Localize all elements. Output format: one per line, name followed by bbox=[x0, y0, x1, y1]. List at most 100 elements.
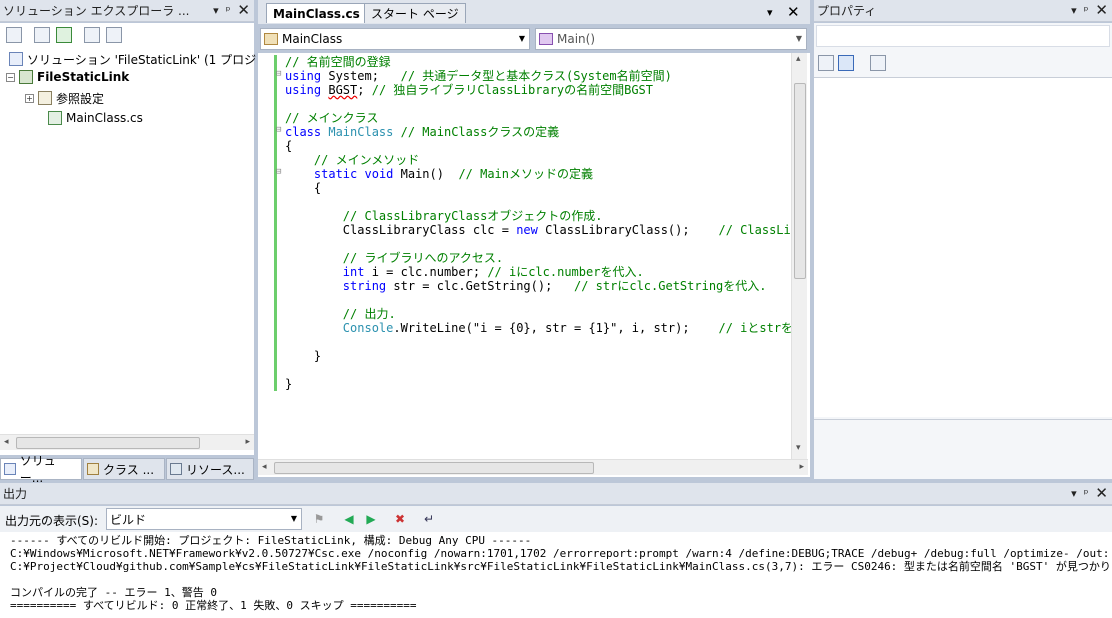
pin-icon[interactable]: ᵖ bbox=[226, 4, 231, 17]
code-line[interactable] bbox=[285, 237, 791, 251]
properties-titlebar: プロパティ ▾ ᵖ ✕ bbox=[814, 0, 1112, 22]
properties-description bbox=[814, 419, 1112, 479]
code-line[interactable]: // メインクラス bbox=[285, 111, 791, 125]
code-line[interactable]: // 出力. bbox=[285, 307, 791, 321]
code-token: // ライブラリへのアクセス. bbox=[342, 251, 504, 265]
code-line[interactable] bbox=[285, 293, 791, 307]
dropdown-icon[interactable]: ▾ bbox=[213, 4, 219, 17]
pin-icon[interactable]: ᵖ bbox=[1084, 4, 1089, 17]
tree-item-mainclass[interactable]: MainClass.cs bbox=[48, 109, 143, 127]
code-line[interactable]: // ClassLibraryClassオブジェクトの作成. bbox=[285, 209, 791, 223]
code-line[interactable] bbox=[285, 97, 791, 111]
code-token: Main() bbox=[393, 167, 459, 181]
code-editor[interactable]: ⊟ ⊟ ⊟ // 名前空間の登録 using System; // 共通データ型と… bbox=[258, 53, 810, 477]
view-code-icon[interactable] bbox=[84, 27, 100, 43]
show-all-files-icon[interactable] bbox=[34, 27, 50, 43]
pin-icon[interactable]: ᵖ bbox=[1084, 487, 1089, 500]
tab-class-view[interactable]: クラス ... bbox=[83, 458, 165, 480]
properties-object-combo[interactable] bbox=[816, 25, 1110, 47]
code-token: .WriteLine("i = {0}, str = {1}", i, str)… bbox=[393, 321, 719, 335]
code-line[interactable]: ClassLibraryClass clc = new ClassLibrary… bbox=[285, 223, 791, 237]
output-source-value: ビルド bbox=[110, 512, 147, 527]
collapse-icon[interactable]: − bbox=[6, 72, 15, 82]
properties-icon[interactable] bbox=[6, 27, 22, 43]
scroll-right-icon[interactable]: ▸ bbox=[799, 462, 804, 472]
fold-marker-main[interactable]: ⊟ bbox=[276, 167, 281, 177]
fold-marker-class[interactable]: ⊟ bbox=[276, 125, 281, 135]
code-token: // ClassLibraryClassオブジェクトを作成し, clcに格納. bbox=[718, 223, 792, 237]
code-token: Console bbox=[342, 321, 394, 335]
property-pages-icon[interactable] bbox=[870, 55, 886, 71]
categorized-icon[interactable] bbox=[818, 55, 834, 71]
refresh-icon[interactable] bbox=[56, 27, 72, 43]
code-token: } bbox=[285, 377, 293, 391]
tab-resource-view[interactable]: リソース... bbox=[166, 458, 254, 480]
code-line[interactable] bbox=[285, 363, 791, 377]
previous-message-icon[interactable]: ◀ bbox=[340, 510, 358, 528]
vscroll-thumb[interactable] bbox=[794, 83, 806, 279]
code-line[interactable] bbox=[285, 335, 791, 349]
code-line[interactable]: // ライブラリへのアクセス. bbox=[285, 251, 791, 265]
hscroll-thumb[interactable] bbox=[16, 437, 200, 449]
scroll-down-icon[interactable]: ▾ bbox=[796, 443, 801, 453]
output-pane[interactable]: ------ すべてのリビルド開始: プロジェクト: FileStaticLin… bbox=[0, 532, 1112, 618]
tab-list-dropdown-icon[interactable]: ▾ bbox=[767, 6, 773, 19]
close-document-icon[interactable]: ✕ bbox=[787, 3, 800, 21]
code-line[interactable]: // メインメソッド bbox=[285, 153, 791, 167]
close-icon[interactable]: ✕ bbox=[1095, 3, 1108, 18]
solution-explorer-hscroll[interactable]: ◂ ▸ bbox=[0, 434, 254, 450]
code-line[interactable]: static void Main() // Mainメソッドの定義 bbox=[285, 167, 791, 181]
alphabetical-icon[interactable] bbox=[838, 55, 854, 71]
code-line[interactable]: { bbox=[285, 181, 791, 195]
properties-grid[interactable] bbox=[814, 77, 1112, 417]
tab-mainclass-cs[interactable]: MainClass.cs bbox=[266, 3, 367, 23]
scroll-left-icon[interactable]: ◂ bbox=[262, 462, 267, 472]
dropdown-icon[interactable]: ▾ bbox=[1071, 487, 1077, 500]
clear-all-icon[interactable]: ✖ bbox=[391, 510, 409, 528]
class-view-icon bbox=[87, 463, 99, 475]
solution-explorer-toolbar bbox=[6, 27, 128, 43]
code-line[interactable]: // 名前空間の登録 bbox=[285, 55, 791, 69]
close-icon[interactable]: ✕ bbox=[237, 3, 250, 18]
tab-solution-explorer[interactable]: ソリュー... bbox=[0, 454, 82, 485]
tree-item-references[interactable]: + 参照設定 bbox=[25, 89, 104, 107]
close-icon[interactable]: ✕ bbox=[1095, 486, 1108, 501]
editor-hscroll[interactable]: ◂ ▸ bbox=[258, 459, 808, 475]
code-line[interactable]: class MainClass // MainClassクラスの定義 bbox=[285, 125, 791, 139]
editor-vscroll[interactable]: ▴ ▾ bbox=[791, 53, 807, 459]
code-line[interactable] bbox=[285, 195, 791, 209]
code-line[interactable]: } bbox=[285, 349, 791, 363]
output-source-combo[interactable]: ビルド ▼ bbox=[106, 508, 302, 530]
csharp-project-icon bbox=[19, 70, 33, 84]
code-line[interactable]: int i = clc.number; // iにclc.numberを代入. bbox=[285, 265, 791, 279]
output-source-label: 出力元の表示(S): bbox=[5, 514, 99, 528]
code-line[interactable]: string str = clc.GetString(); // strにclc… bbox=[285, 279, 791, 293]
member-combo[interactable]: Main() ▼ bbox=[535, 28, 807, 50]
tree-item-solution[interactable]: ソリューション 'FileStaticLink' (1 プロジ bbox=[9, 50, 256, 68]
code-line[interactable]: Console.WriteLine("i = {0}, str = {1}", … bbox=[285, 321, 791, 335]
tree-item-project[interactable]: − FileStaticLink bbox=[6, 68, 129, 86]
hscroll-thumb[interactable] bbox=[274, 462, 594, 474]
class-combo[interactable]: MainClass ▼ bbox=[260, 28, 530, 50]
scroll-up-icon[interactable]: ▴ bbox=[796, 54, 801, 64]
output-titlebar: 出力 ▾ ᵖ ✕ bbox=[0, 483, 1112, 505]
code-token: new bbox=[516, 223, 538, 237]
fold-marker-using[interactable]: ⊟ bbox=[276, 69, 281, 79]
scroll-right-icon[interactable]: ▸ bbox=[245, 437, 250, 447]
word-wrap-icon[interactable]: ↵ bbox=[420, 510, 438, 528]
code-text[interactable]: // 名前空間の登録 using System; // 共通データ型と基本クラス(… bbox=[285, 55, 791, 391]
expand-icon[interactable]: + bbox=[25, 93, 34, 103]
code-line[interactable]: using BGST; // 独自ライブラリClassLibraryの名前空間B… bbox=[285, 83, 791, 97]
code-token: // iとstrを出力. bbox=[718, 321, 791, 335]
next-message-icon[interactable]: ▶ bbox=[362, 510, 380, 528]
code-line[interactable]: { bbox=[285, 139, 791, 153]
dropdown-icon[interactable]: ▾ bbox=[1071, 4, 1077, 17]
find-message-icon[interactable]: ⚑ bbox=[310, 510, 328, 528]
code-line[interactable]: } bbox=[285, 377, 791, 391]
method-icon bbox=[539, 33, 553, 45]
tab-start-page[interactable]: スタート ページ bbox=[364, 3, 466, 23]
code-line[interactable]: using System; // 共通データ型と基本クラス(System名前空間… bbox=[285, 69, 791, 83]
scroll-left-icon[interactable]: ◂ bbox=[4, 437, 9, 447]
class-diagram-icon[interactable] bbox=[106, 27, 122, 43]
